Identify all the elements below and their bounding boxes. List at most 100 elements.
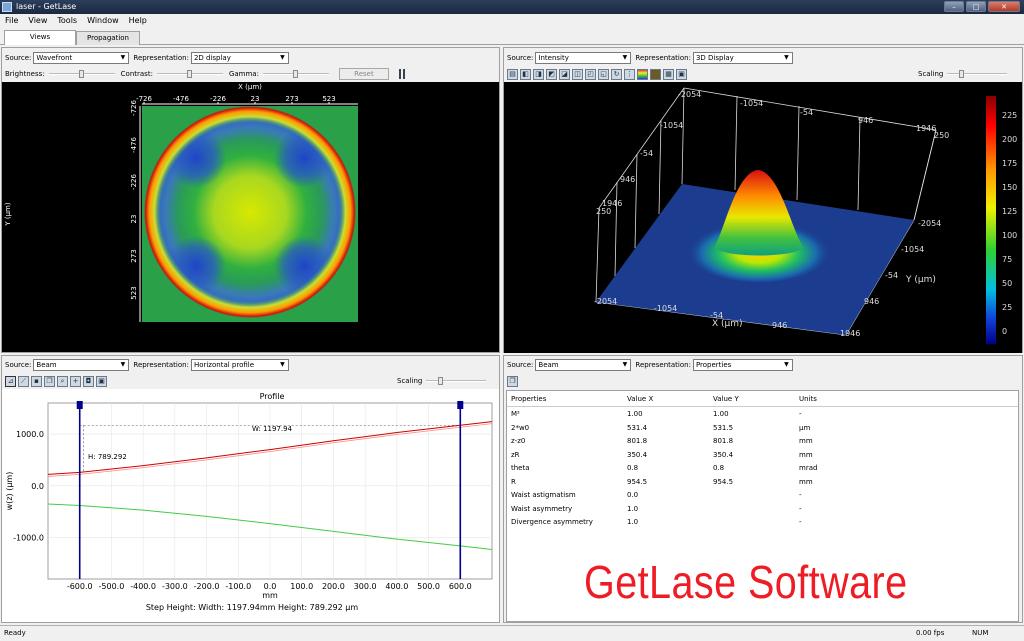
menu-tools[interactable]: Tools [52, 14, 82, 28]
menu-view[interactable]: View [23, 14, 52, 28]
mesh-icon[interactable]: ▦ [663, 68, 674, 80]
properties-source-select[interactable]: Beam ▼ [535, 359, 632, 371]
x-tick-label: 100.0 [290, 582, 313, 591]
x-tick-label: 273 [285, 95, 298, 103]
chevron-down-icon: ▼ [784, 54, 789, 61]
marker-handle[interactable] [457, 401, 464, 409]
menu-window[interactable]: Window [82, 14, 124, 28]
scaling-slider[interactable] [426, 377, 487, 385]
col-header-properties[interactable]: Properties [511, 395, 546, 403]
marker-handle[interactable] [76, 401, 83, 409]
properties-representation-select[interactable]: Properties ▼ [692, 359, 793, 371]
menu-help[interactable]: Help [124, 14, 152, 28]
property-name: Divergence asymmetry [511, 518, 593, 526]
copy-icon[interactable]: ❐ [507, 375, 518, 387]
x-tick-label: -600.0 [67, 582, 93, 591]
x-tick-label: -200.0 [194, 582, 220, 591]
lock-icon[interactable]: ◘ [83, 375, 94, 387]
properties-source-row: Source: Beam ▼ Representation: Properties… [507, 358, 797, 372]
brightness-slider[interactable] [48, 70, 115, 78]
profile-source-select[interactable]: Beam ▼ [33, 359, 130, 371]
tab-propagation[interactable]: Propagation [76, 31, 140, 45]
wavefront-source-select[interactable]: Wavefront ▼ [33, 52, 130, 64]
cube-top-icon[interactable]: ◫ [572, 68, 583, 80]
representation-value: 2D display [193, 54, 231, 62]
profile-representation-select[interactable]: Horizontal profile ▼ [190, 359, 289, 371]
value-x: 801.8 [627, 437, 648, 445]
source-label: Source: [5, 361, 32, 369]
cube-left-icon[interactable]: ◩ [546, 68, 557, 80]
col-header-value-y[interactable]: Value Y [713, 395, 739, 403]
copy-icon[interactable]: ❐ [44, 375, 55, 387]
table-view-icon[interactable]: ▤ [507, 68, 518, 80]
y-axis-title: Y (µm) [4, 202, 12, 227]
colorbar-tick: 125 [1002, 207, 1017, 216]
scaling-label: Scaling [918, 70, 944, 78]
scaling-slider[interactable] [947, 70, 1008, 78]
value-x: 954.5 [627, 477, 648, 486]
grid-icon[interactable]: ⋮ [624, 68, 635, 80]
minimize-icon[interactable]: – [944, 1, 964, 12]
intensity-representation-select[interactable]: 3D Display ▼ [692, 52, 793, 64]
col-header-units[interactable]: Units [799, 395, 817, 403]
y-tick-label: -226 [130, 174, 138, 190]
x-tick-label: 23 [251, 95, 260, 103]
contrast-slider[interactable] [156, 70, 223, 78]
surface-icon[interactable] [650, 68, 661, 80]
units: mm [799, 437, 813, 445]
colormap-icon[interactable] [637, 68, 648, 80]
x-tick-label: 523 [322, 95, 335, 103]
cube-iso-icon[interactable]: ◱ [598, 68, 609, 80]
select-tool-icon[interactable]: ⊿ [5, 375, 16, 387]
intensity-source-select[interactable]: Intensity ▼ [535, 52, 632, 64]
gamma-slider[interactable] [262, 70, 329, 78]
wavefront-rim [144, 106, 356, 318]
representation-value: 3D Display [695, 54, 734, 62]
cube-bottom-icon[interactable]: ◰ [585, 68, 596, 80]
x-tick-label: -476 [173, 95, 189, 103]
units: mm [799, 477, 813, 486]
cube-right-icon[interactable]: ◪ [559, 68, 570, 80]
chevron-down-icon: ▼ [622, 361, 628, 368]
crosshair-icon[interactable]: + [70, 375, 81, 387]
value-x: 0.0 [627, 491, 639, 499]
col-header-value-x[interactable]: Value X [627, 395, 653, 403]
properties-toolbar: ❐ [507, 374, 518, 388]
property-name: zR [511, 450, 520, 459]
left-tick: -54 [640, 149, 653, 158]
grid-options-icon[interactable] [398, 69, 407, 79]
tab-views[interactable]: Views [4, 30, 76, 45]
colorbar-tick: 225 [1002, 111, 1017, 120]
source-label: Source: [507, 361, 534, 369]
representation-value: Horizontal profile [193, 361, 255, 369]
units: - [799, 518, 802, 526]
value-y: 350.4 [713, 450, 734, 459]
colorbar-tick: 150 [1002, 183, 1017, 192]
step-height-footer: Step Height: Width: 1197.94mm Height: 78… [146, 603, 359, 612]
chevron-down-icon: ▼ [622, 54, 628, 61]
value-x: 0.8 [627, 464, 639, 472]
maximize-icon[interactable]: □ [966, 1, 986, 12]
screenshot-icon[interactable]: ▣ [676, 68, 687, 80]
cube-front-icon[interactable]: ◧ [520, 68, 531, 80]
x-tick-label: 400.0 [385, 582, 408, 591]
reset-button[interactable]: Reset [338, 68, 389, 80]
chevron-down-icon: ▼ [784, 361, 789, 368]
axes-icon[interactable]: ⟋ [18, 375, 29, 387]
back-x-tick: -54 [800, 108, 813, 117]
zoom-icon[interactable]: ⌕ [57, 375, 68, 387]
source-label: Source: [5, 54, 32, 62]
profile-source-row: Source: Beam ▼ Representation: Horizontal… [5, 358, 293, 372]
value-y: 531.5 [713, 423, 734, 432]
rotate-icon[interactable]: ↻ [611, 68, 622, 80]
units: mm [799, 450, 813, 459]
save-icon[interactable]: ▪ [31, 375, 42, 387]
cube-back-icon[interactable]: ◨ [533, 68, 544, 80]
menu-file[interactable]: File [0, 14, 23, 28]
screenshot-icon[interactable]: ▣ [96, 375, 107, 387]
wavefront-representation-select[interactable]: 2D display ▼ [190, 52, 289, 64]
property-name: 2*w0 [511, 423, 530, 432]
profile-scaling-row: Scaling [397, 374, 492, 388]
brightness-label: Brightness: [5, 70, 45, 78]
close-icon[interactable]: ✕ [988, 1, 1020, 12]
